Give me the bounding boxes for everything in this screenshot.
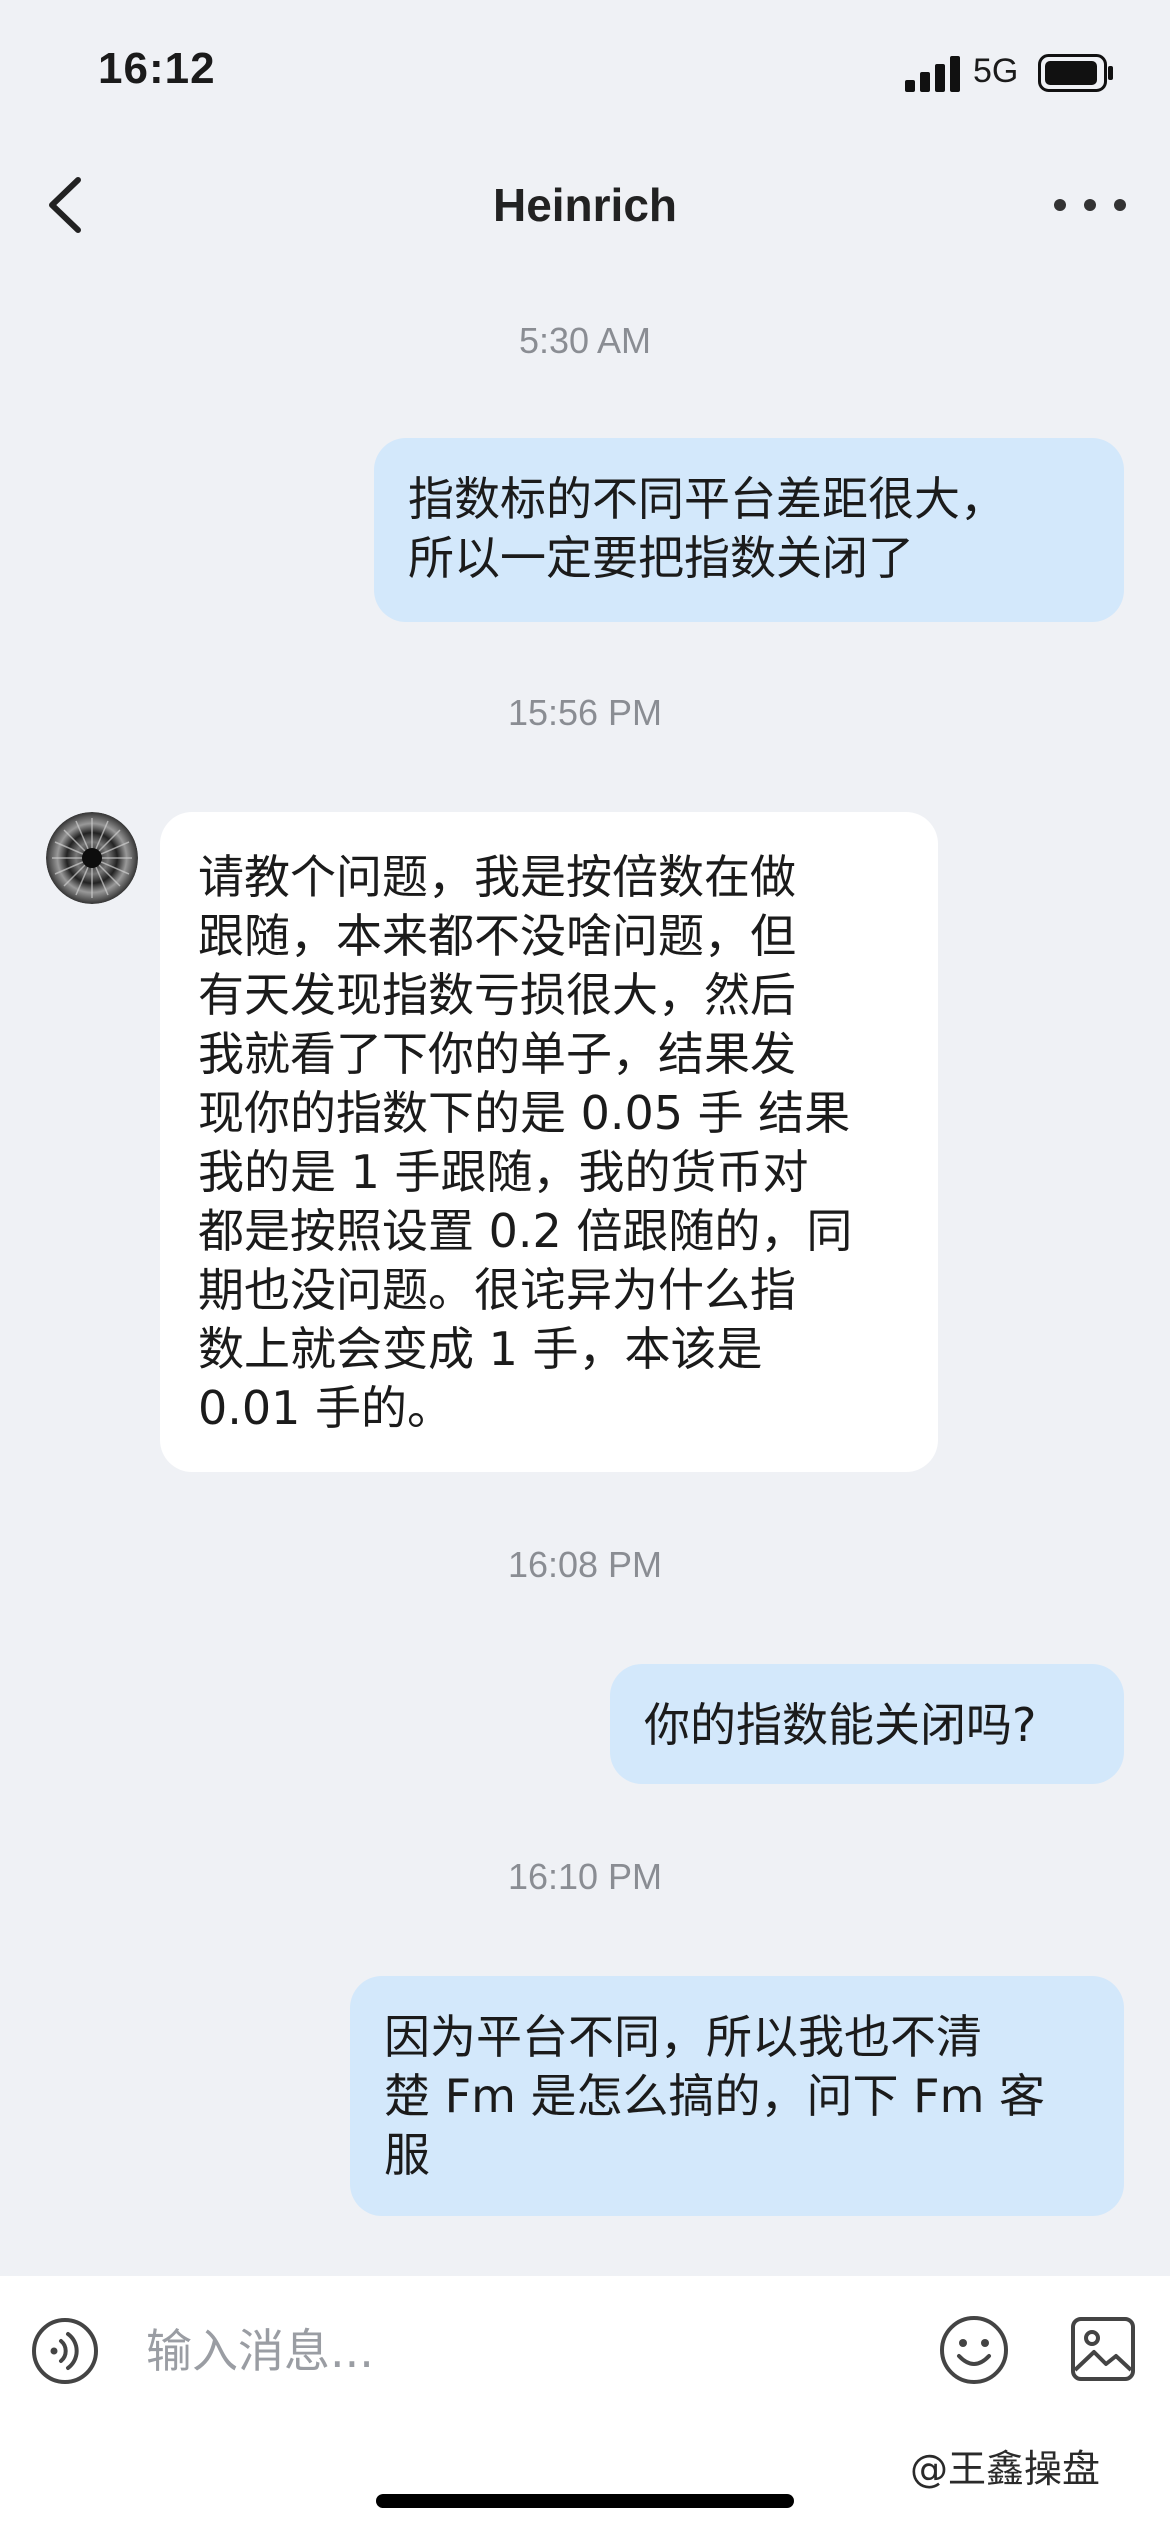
message-input[interactable] — [146, 2316, 906, 2386]
more-button[interactable] — [1050, 180, 1130, 230]
image-icon — [1071, 2317, 1135, 2381]
battery-icon — [1038, 54, 1113, 92]
message-timestamp: 16:08 PM — [507, 1544, 663, 1585]
avatar[interactable] — [46, 812, 138, 904]
message-timestamp: 16:10 PM — [507, 1856, 663, 1897]
chat-title: Heinrich — [492, 179, 678, 231]
network-label: 5G — [973, 52, 1019, 90]
outgoing-message-bubble[interactable]: 你的指数能关闭吗? — [610, 1664, 1124, 1784]
message-timestamp: 5:30 AM — [518, 320, 652, 361]
chat-screen: 16:12 5G Heinrich 5:30 AM 指数标的不同平台差距很大， … — [0, 0, 1170, 2532]
home-indicator — [376, 2494, 794, 2508]
avatar-image — [46, 812, 138, 904]
emoji-icon — [940, 2316, 1008, 2384]
status-time: 16:12 — [98, 44, 216, 93]
outgoing-message-bubble[interactable]: 指数标的不同平台差距很大， 所以一定要把指数关闭了 — [374, 438, 1124, 622]
incoming-message-bubble[interactable]: 请教个问题，我是按倍数在做 跟随，本来都不没啥问题，但 有天发现指数亏损很大，然… — [160, 812, 938, 1472]
watermark: @王鑫操盘 — [910, 2447, 1101, 2491]
voice-button[interactable] — [30, 2316, 100, 2386]
more-dots-icon — [1054, 199, 1126, 211]
voice-wave-icon — [32, 2318, 98, 2384]
nav-bar: Heinrich — [0, 150, 1170, 260]
image-button[interactable] — [1070, 2316, 1136, 2382]
message-input-bar: @王鑫操盘 — [0, 2276, 1170, 2532]
outgoing-message-bubble[interactable]: 因为平台不同，所以我也不清 楚 Fm 是怎么搞的，问下 Fm 客 服 — [350, 1976, 1124, 2216]
signal-icon — [905, 56, 960, 92]
status-bar: 16:12 5G — [0, 0, 1170, 150]
emoji-button[interactable] — [938, 2314, 1010, 2386]
message-timestamp: 15:56 PM — [507, 692, 663, 733]
